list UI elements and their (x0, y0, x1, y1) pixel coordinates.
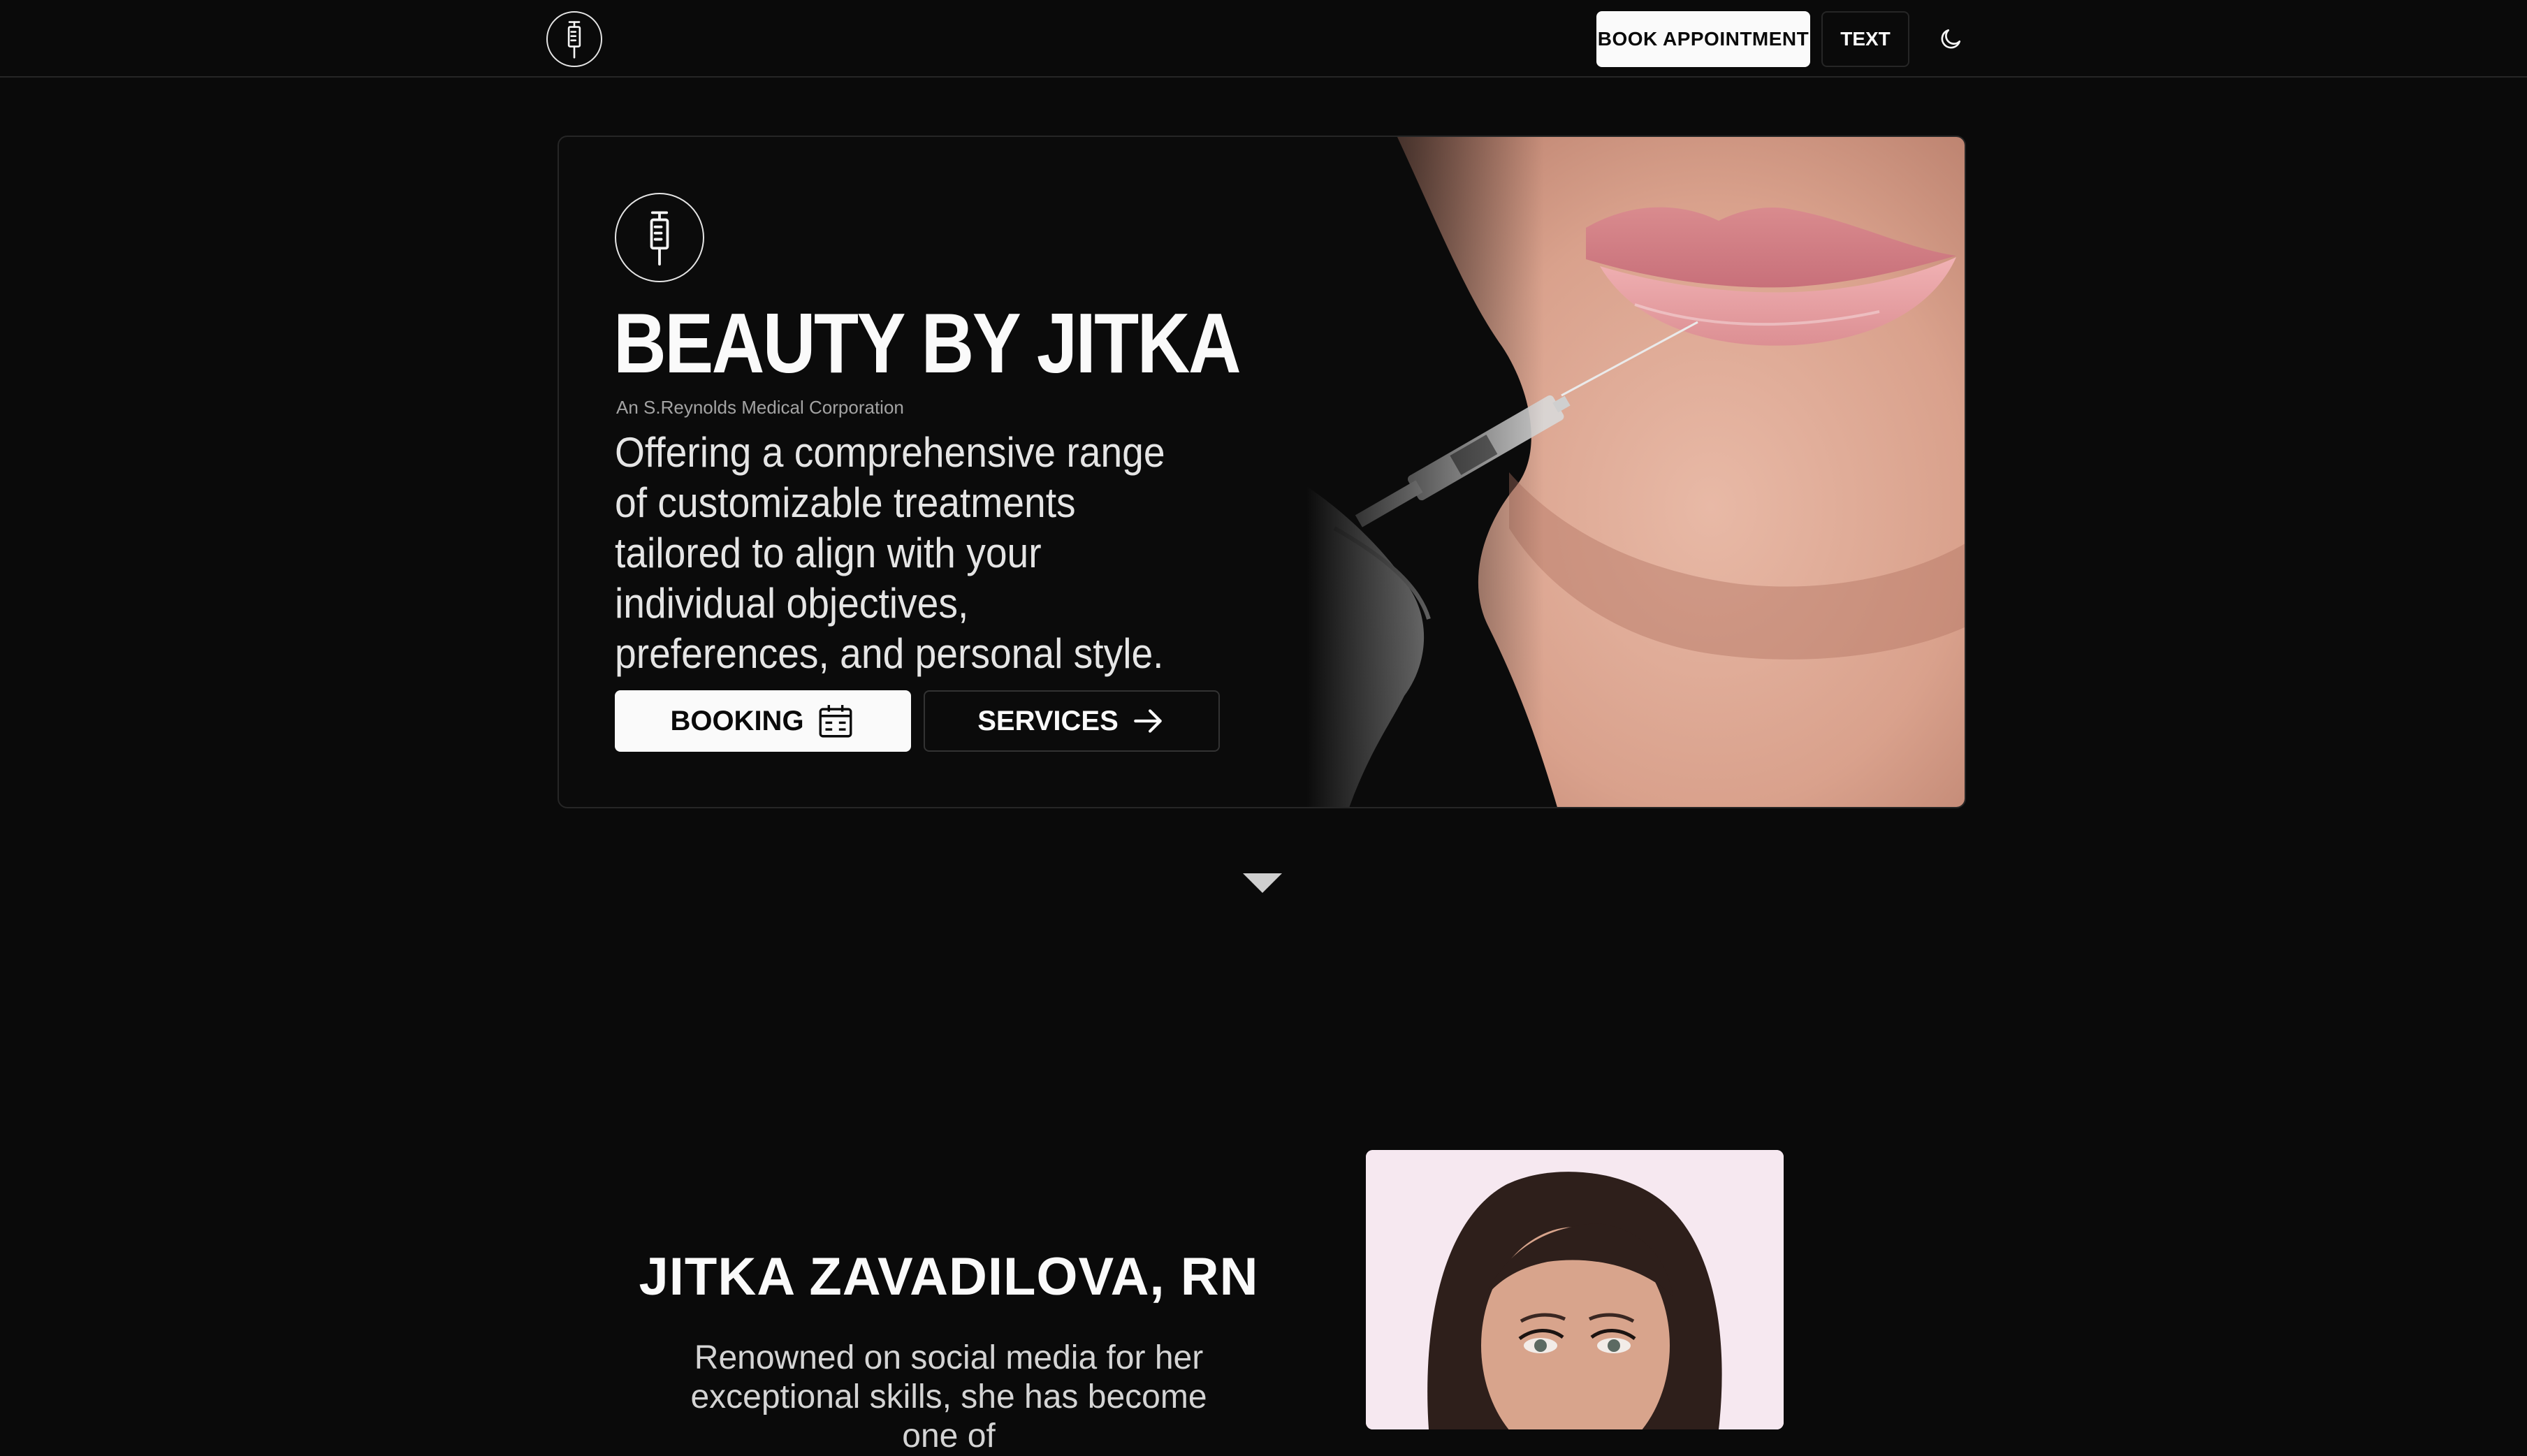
portrait-image (1366, 1150, 1784, 1429)
about-bio: Renowned on social media for her excepti… (690, 1339, 1207, 1455)
hero-description: Offering a comprehensive range of custom… (615, 429, 1165, 677)
services-button[interactable]: SERVICES (924, 690, 1220, 752)
book-appointment-button[interactable]: BOOK APPOINTMENT (1596, 11, 1810, 67)
syringe-icon (567, 21, 581, 59)
arrow-right-icon (1133, 709, 1162, 733)
text-button[interactable]: TEXT (1821, 11, 1909, 67)
calendar-icon (819, 705, 852, 738)
hero-card: BEAUTY BY JITKA An S.Reynolds Medical Co… (558, 136, 1966, 808)
booking-button-label: BOOKING (670, 705, 804, 736)
hero-logo (615, 193, 704, 282)
services-button-label: SERVICES (977, 705, 1119, 736)
hero-title: BEAUTY BY JITKA (613, 296, 1241, 391)
syringe-icon (650, 211, 669, 266)
caret-down-icon[interactable] (1243, 873, 1282, 893)
hero-image-fade (1306, 137, 1544, 807)
booking-button[interactable]: BOOKING (615, 690, 911, 752)
site-header: BOOK APPOINTMENT TEXT (0, 0, 2527, 78)
home-logo-link[interactable] (546, 11, 602, 67)
moon-icon (1941, 29, 1961, 49)
theme-toggle-button[interactable] (1923, 11, 1979, 67)
portrait-photo (1366, 1150, 1784, 1429)
hero-subtitle: An S.Reynolds Medical Corporation (616, 397, 904, 418)
